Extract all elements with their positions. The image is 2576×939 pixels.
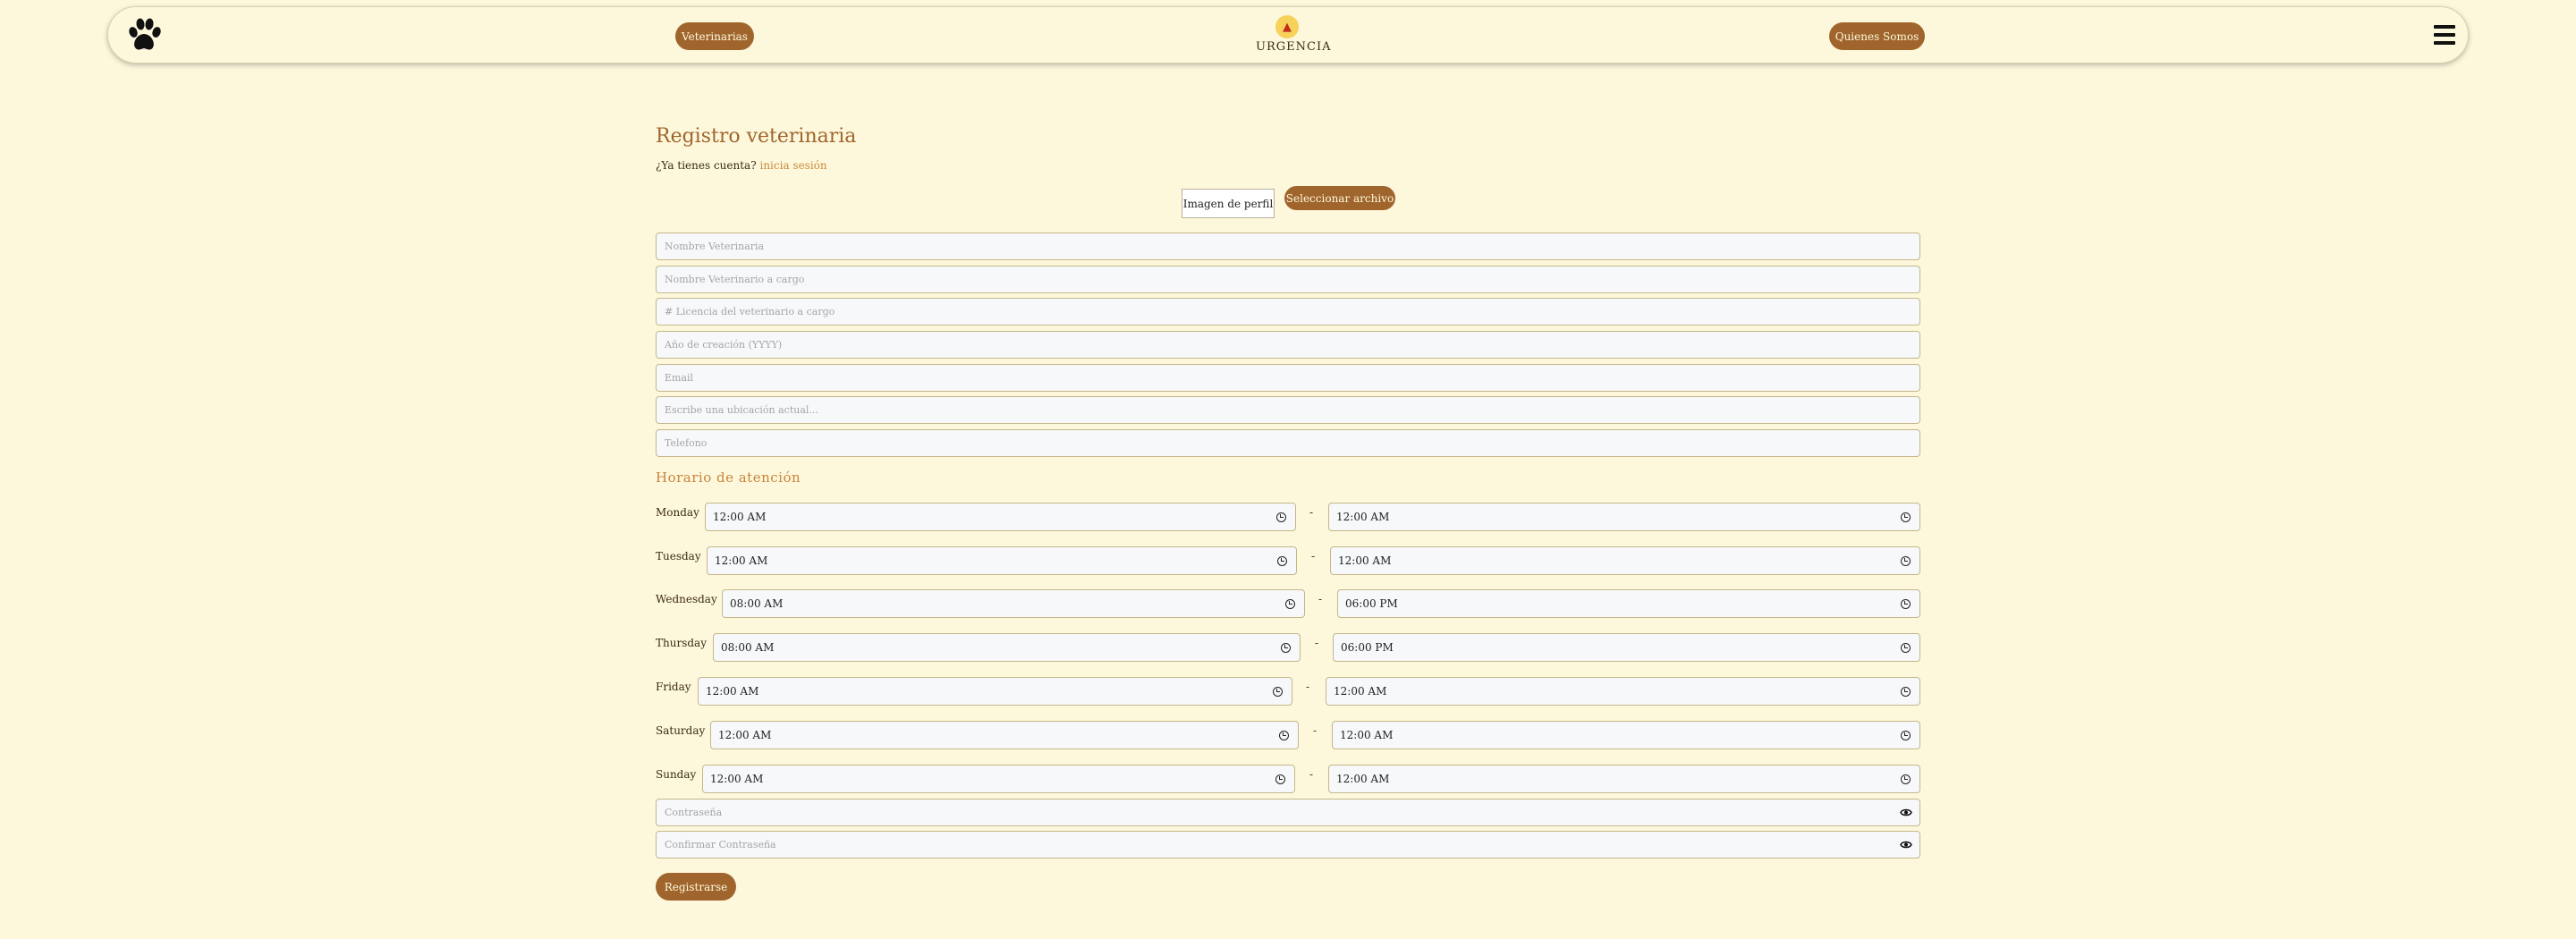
login-link[interactable]: inicia sesión xyxy=(759,159,826,172)
urgency-label: URGENCIA xyxy=(1256,40,1332,54)
vet-name-input[interactable]: Nombre Veterinaria xyxy=(656,233,1920,260)
paw-icon[interactable] xyxy=(124,16,164,55)
day-label: Wednesday xyxy=(656,593,717,605)
schedule-row-wednesday: Wednesday 08:00 AM - 06:00 PM xyxy=(656,589,1920,618)
page-title: Registro veterinaria xyxy=(656,125,857,148)
clock-icon xyxy=(1901,556,1911,566)
urgency-link[interactable]: ▲ URGENCIA xyxy=(1256,15,1332,54)
about-nav-button[interactable]: Quienes Somos xyxy=(1829,22,1925,50)
phone-input[interactable]: Telefono xyxy=(656,429,1920,457)
vet-in-charge-input[interactable]: Nombre Veterinario a cargo xyxy=(656,266,1920,293)
license-input[interactable]: # Licencia del veterinario a cargo xyxy=(656,298,1920,326)
account-prompt-text: ¿Ya tienes cuenta? xyxy=(656,159,757,172)
select-file-button[interactable]: Seleccionar archivo xyxy=(1284,186,1395,210)
close-time-input[interactable]: 12:00 AM xyxy=(1326,677,1920,706)
eye-icon[interactable] xyxy=(1900,840,1912,850)
open-time-input[interactable]: 12:00 AM xyxy=(698,677,1292,706)
vets-nav-button[interactable]: Veterinarias xyxy=(675,22,754,50)
open-time-input[interactable]: 08:00 AM xyxy=(713,633,1301,662)
day-label: Saturday xyxy=(656,724,706,737)
clock-icon xyxy=(1276,512,1286,522)
clock-icon xyxy=(1901,512,1911,522)
day-label: Monday xyxy=(656,506,699,519)
schedule-row-saturday: Saturday 12:00 AM - 12:00 AM xyxy=(656,721,1920,749)
clock-icon xyxy=(1901,643,1911,653)
clock-icon xyxy=(1273,687,1283,697)
clock-icon xyxy=(1277,556,1287,566)
profile-image-preview: Imagen de perfil xyxy=(1182,189,1275,218)
open-time-input[interactable]: 08:00 AM xyxy=(722,589,1305,618)
siren-icon: ▲ xyxy=(1275,15,1299,38)
founding-year-input[interactable]: Año de creación (YYYY) xyxy=(656,331,1920,359)
location-input[interactable]: Escribe una ubicación actual... xyxy=(656,396,1920,424)
day-label: Tuesday xyxy=(656,550,701,563)
close-time-input[interactable]: 12:00 AM xyxy=(1328,765,1920,793)
clock-icon xyxy=(1281,643,1291,653)
schedule-title: Horario de atención xyxy=(656,470,801,486)
clock-icon xyxy=(1275,774,1285,784)
email-input[interactable]: Email xyxy=(656,364,1920,392)
clock-icon xyxy=(1279,731,1289,740)
close-time-input[interactable]: 06:00 PM xyxy=(1333,633,1920,662)
schedule-row-sunday: Sunday 12:00 AM - 12:00 AM xyxy=(656,765,1920,793)
clock-icon xyxy=(1901,774,1911,784)
open-time-input[interactable]: 12:00 AM xyxy=(702,765,1295,793)
schedule-row-thursday: Thursday 08:00 AM - 06:00 PM xyxy=(656,633,1920,662)
schedule-row-monday: Monday 12:00 AM - 12:00 AM xyxy=(656,503,1920,531)
clock-icon xyxy=(1901,599,1911,609)
eye-icon[interactable] xyxy=(1900,808,1912,817)
top-navbar: Veterinarias ▲ URGENCIA Quienes Somos xyxy=(107,6,2469,63)
open-time-input[interactable]: 12:00 AM xyxy=(705,503,1296,531)
clock-icon xyxy=(1285,599,1295,609)
open-time-input[interactable]: 12:00 AM xyxy=(710,721,1299,749)
clock-icon xyxy=(1901,687,1911,697)
close-time-input[interactable]: 06:00 PM xyxy=(1337,589,1920,618)
day-label: Thursday xyxy=(656,637,707,649)
hamburger-menu-icon[interactable] xyxy=(2434,25,2455,45)
close-time-input[interactable]: 12:00 AM xyxy=(1332,721,1920,749)
day-label: Friday xyxy=(656,681,691,693)
open-time-input[interactable]: 12:00 AM xyxy=(707,546,1297,575)
close-time-input[interactable]: 12:00 AM xyxy=(1330,546,1920,575)
clock-icon xyxy=(1901,731,1911,740)
schedule-row-tuesday: Tuesday 12:00 AM - 12:00 AM xyxy=(656,546,1920,575)
login-prompt: ¿Ya tienes cuenta? inicia sesión xyxy=(656,159,827,172)
day-label: Sunday xyxy=(656,768,697,781)
schedule-row-friday: Friday 12:00 AM - 12:00 AM xyxy=(656,677,1920,706)
close-time-input[interactable]: 12:00 AM xyxy=(1328,503,1920,531)
confirm-password-input[interactable]: Confirmar Contraseña xyxy=(656,831,1920,859)
password-input[interactable]: Contraseña xyxy=(656,799,1920,826)
register-button[interactable]: Registrarse xyxy=(656,873,736,901)
